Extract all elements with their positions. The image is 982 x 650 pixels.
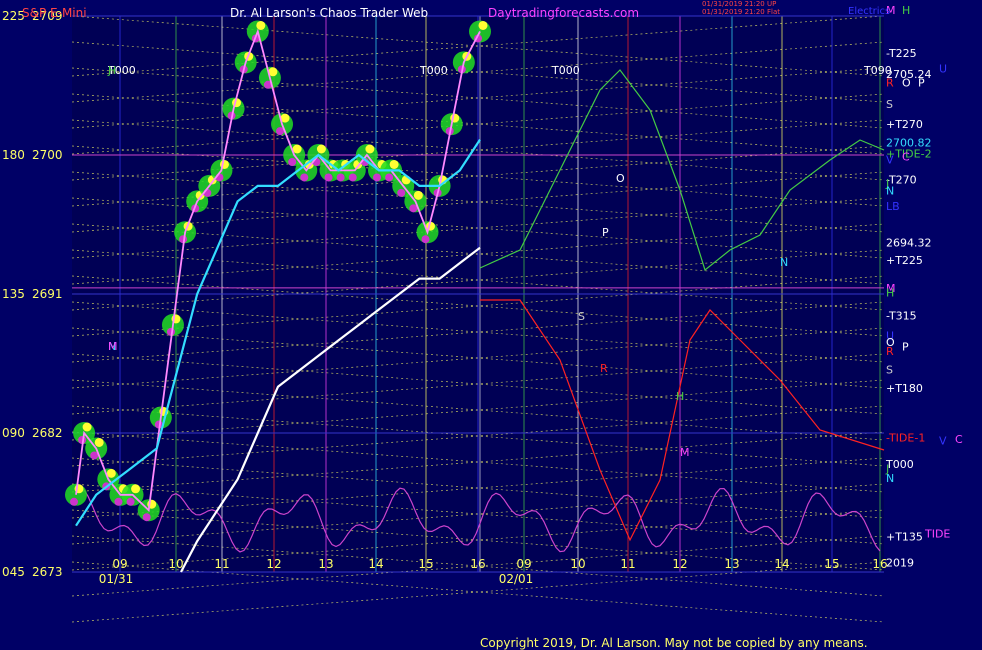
hour-tick-label: 13 [724, 557, 739, 571]
hour-tick-label: 09 [516, 557, 531, 571]
level-label: LB [886, 200, 900, 213]
in-plot-label: T000 [551, 64, 580, 77]
price-magenta-dot [348, 173, 357, 182]
hour-tick-label: 13 [318, 557, 333, 571]
price-yellow-dot [478, 20, 488, 30]
in-plot-label: T090 [863, 64, 892, 77]
chaos-chart: 09 10 11 12 13 14 15 16 09 10 11 12 13 14 15 1601/31 02/… [2, 4, 963, 623]
hour-tick-label: 15 [418, 557, 433, 571]
price-yellow-dot [316, 144, 326, 154]
symbol-label: S&P E-Mini [22, 6, 87, 20]
price-yellow-dot [94, 437, 104, 447]
level-label: 2019 [886, 557, 914, 570]
hour-tick-label: 12 [266, 557, 281, 571]
price-magenta-dot [324, 173, 333, 182]
date-tick-label: 02/01 [499, 572, 534, 586]
in-plot-label: O [616, 172, 625, 185]
angle-tick-label: 045 [2, 565, 25, 579]
level-label: H [902, 4, 910, 17]
date-tick-label: 01/31 [99, 572, 134, 586]
angle-tick-label: 090 [2, 426, 25, 440]
level-label: TIDE [924, 527, 950, 540]
price-magenta-dot [385, 173, 394, 182]
price-tick-label: 2691 [32, 287, 63, 301]
level-label: V [886, 154, 894, 167]
level-label: +T270 [886, 118, 923, 131]
price-magenta-dot [70, 497, 78, 506]
level-label: -T225 [886, 47, 917, 60]
level-label: H [886, 286, 894, 299]
in-plot-label: N [780, 256, 788, 269]
in-plot-label: M [108, 340, 118, 353]
price-magenta-dot [421, 235, 430, 244]
level-label: N [886, 185, 894, 198]
price-magenta-dot [288, 158, 297, 166]
level-label: O [902, 76, 911, 89]
site-link[interactable]: Daytradingforecasts.com [488, 6, 639, 20]
level-label: T000 [885, 458, 914, 471]
chart-window: 09 10 11 12 13 14 15 16 09 10 11 12 13 14 15 16 01/31 02/… [0, 0, 982, 650]
in-plot-label: S [578, 310, 585, 323]
price-tick-label: 2673 [32, 565, 63, 579]
level-label: R [886, 345, 894, 358]
hour-tick-label: 09 [112, 557, 127, 571]
hour-tick-label: 14 [774, 557, 789, 571]
level-label: P [918, 76, 925, 89]
price-yellow-dot [256, 20, 266, 30]
in-plot-label: M [680, 446, 690, 459]
level-label: N [886, 472, 894, 485]
hour-tick-label: 10 [570, 557, 585, 571]
price-yellow-dot [365, 144, 375, 154]
level-label: +T225 [886, 254, 923, 267]
copyright: Copyright 2019, Dr. Al Larson. May not b… [480, 636, 868, 650]
level-label: R [886, 76, 894, 89]
chart-title: Dr. Al Larson's Chaos Trader Web [230, 6, 429, 20]
hour-tick-label: 15 [824, 557, 839, 571]
hour-tick-label: 11 [214, 557, 229, 571]
level-label: C [955, 433, 963, 446]
price-magenta-dot [142, 513, 151, 522]
angle-tick-label: 135 [2, 287, 25, 301]
in-plot-label: J [107, 64, 111, 77]
timestamp-flat: 01/31/2019 21:20 Flat [702, 8, 780, 16]
level-label: S [886, 364, 893, 377]
in-plot-label: R [600, 362, 608, 375]
price-tick-label: 2682 [32, 426, 63, 440]
level-label: -TIDE-1 [886, 432, 925, 445]
in-plot-label: P [602, 226, 609, 239]
price-magenta-dot [300, 173, 309, 182]
hour-tick-label: 10 [168, 557, 183, 571]
price-magenta-dot [397, 188, 406, 197]
hour-tick-label: 16 [470, 557, 485, 571]
timestamp-up: 01/31/2019 21:20 UP [702, 0, 777, 8]
in-plot-label: T000 [419, 64, 448, 77]
level-label: -T315 [886, 310, 917, 323]
level-label: S [886, 98, 893, 111]
price-magenta-dot [336, 173, 345, 182]
level-label: +T180 [886, 382, 923, 395]
price-yellow-dot [413, 190, 423, 200]
price-yellow-dot [82, 422, 92, 432]
level-label: U [939, 63, 947, 76]
level-label: 2694.32 [886, 237, 932, 250]
level-label: C [902, 151, 910, 164]
price-yellow-dot [131, 484, 141, 494]
level-label: P [902, 341, 909, 354]
angle-tick-label: 180 [2, 148, 25, 162]
price-magenta-dot [373, 173, 381, 182]
in-plot-label: H [676, 390, 684, 403]
price-magenta-dot [126, 497, 135, 506]
hour-tick-label: 11 [620, 557, 635, 571]
hour-tick-label: 12 [672, 557, 687, 571]
price-tick-label: 2700 [32, 148, 63, 162]
hour-tick-label: 14 [368, 557, 383, 571]
level-label: V [939, 435, 947, 448]
corner-label: Electrics [848, 6, 891, 17]
price-yellow-dot [106, 468, 116, 478]
price-magenta-dot [114, 497, 123, 506]
price-yellow-dot [389, 159, 399, 169]
level-label: +T135 [886, 530, 923, 543]
